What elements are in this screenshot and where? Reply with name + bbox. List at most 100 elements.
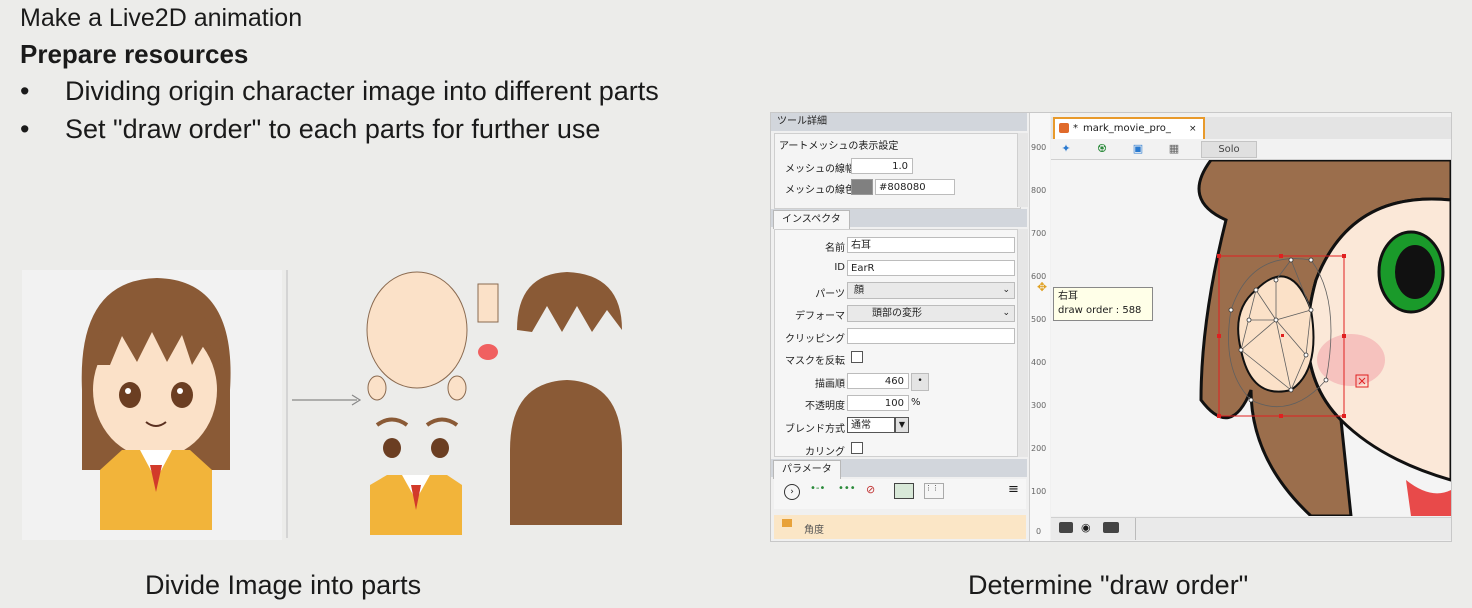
body-part	[370, 475, 462, 535]
live2d-editor-window: ツール詳細 アートメッシュの表示設定 メッシュの線幅 1.0 メッシュの線色 #…	[770, 112, 1452, 542]
key-insert-icon[interactable]: •••	[838, 483, 858, 499]
face-part	[366, 271, 468, 389]
fit-view-icon[interactable]: ▣	[1127, 141, 1149, 157]
tool-detail-tab[interactable]: ツール詳細	[771, 113, 1027, 131]
art-mesh-section-title: アートメッシュの表示設定	[779, 141, 899, 152]
chevron-down-icon: ⌄	[1002, 285, 1010, 295]
tab-parameter[interactable]: パラメータ	[773, 460, 841, 479]
inspector-panel: 名前 右耳 ID EarR パーツ 顔 ⌄ デフォーマ 頭部の変形 ⌄ クリッピング…	[774, 229, 1021, 458]
caption-draw-order: Determine "draw order"	[968, 570, 1249, 600]
canvas-bottom-bar: ◉	[1051, 517, 1451, 540]
id-field[interactable]: EarR	[847, 260, 1015, 276]
tab-inspector[interactable]: インスペクタ	[773, 210, 850, 229]
record-icon[interactable]: ◉	[1081, 521, 1091, 534]
draw-order-spin-button[interactable]: •	[911, 373, 929, 391]
pen-tool-icon[interactable]: ✦	[1055, 141, 1077, 157]
move-cursor-icon: ✥	[1037, 280, 1048, 294]
close-icon[interactable]: ×	[1189, 119, 1197, 139]
unsaved-mark: *	[1073, 123, 1078, 134]
divider	[1135, 518, 1136, 540]
chevron-down-icon[interactable]: ▼	[895, 417, 909, 433]
mesh-width-label: メッシュの線幅	[785, 164, 855, 175]
clipping-label: クリッピング	[785, 334, 845, 345]
play-icon[interactable]: ›	[784, 484, 800, 500]
mesh-width-field[interactable]: 1.0	[851, 158, 913, 174]
mesh-color-swatch[interactable]	[851, 179, 873, 195]
mesh-color-label: メッシュの線色	[785, 185, 855, 196]
grid-toggle-icon[interactable]: ▦	[1163, 141, 1185, 157]
slide-subtitle: Make a Live2D animation	[20, 4, 303, 32]
vertical-ruler: 900 800 700 600 500 400 300 200 100 0	[1029, 113, 1050, 541]
character-parts-illustration	[22, 270, 622, 540]
editor-canvas[interactable]	[1051, 160, 1451, 516]
solo-button[interactable]: Solo	[1201, 141, 1257, 158]
caption-divide: Divide Image into parts	[145, 570, 422, 600]
folder-icon	[782, 519, 792, 527]
name-label: 名前	[825, 243, 845, 254]
tool-detail-scrollbar[interactable]	[1017, 133, 1028, 207]
front-hair-part	[517, 272, 622, 332]
key-delete-icon[interactable]: ⊘	[866, 483, 886, 499]
invert-mask-checkbox[interactable]	[851, 351, 863, 363]
parts-select-value: 顔	[854, 285, 864, 296]
ruler-number: 800	[1031, 186, 1047, 195]
draw-order-tooltip: 右耳 draw order : 588	[1053, 287, 1153, 321]
draw-order-field[interactable]: 460	[847, 373, 909, 389]
deformer-select-value: 頭部の変形	[872, 308, 922, 319]
bullet-item: • Dividing origin character image into di…	[20, 76, 659, 107]
full-character-image	[81, 278, 231, 530]
ruler-number: 100	[1031, 487, 1047, 496]
slide-title: Prepare resources	[20, 39, 249, 69]
key-add-icon[interactable]: •-•	[810, 483, 830, 499]
ruler-number: 900	[1031, 143, 1047, 152]
grid-icon[interactable]: ⋮⋮	[924, 483, 944, 499]
clipping-field[interactable]	[847, 328, 1015, 344]
mesh-color-field[interactable]: #808080	[875, 179, 955, 195]
tooltip-name: 右耳	[1058, 291, 1078, 302]
ruler-number: 200	[1031, 444, 1047, 453]
back-hair-part	[510, 380, 622, 525]
ruler-number: 0	[1036, 527, 1042, 536]
neck-part	[477, 283, 499, 360]
document-tab[interactable]: * mark_movie_pro_ ×	[1053, 117, 1205, 139]
param-item-label[interactable]: 角度	[804, 521, 824, 536]
panel-icon[interactable]	[894, 483, 914, 499]
parameter-list: 角度	[774, 515, 1026, 539]
ruler-number: 500	[1031, 315, 1047, 324]
opacity-field[interactable]: 100	[847, 395, 909, 411]
culling-checkbox[interactable]	[851, 442, 863, 454]
art-mesh-settings: アートメッシュの表示設定 メッシュの線幅 1.0 メッシュの線色 #808080	[774, 133, 1021, 209]
deformer-select[interactable]: 頭部の変形 ⌄	[847, 305, 1015, 322]
arrow-icon	[292, 394, 362, 406]
view-toolbar: ✦ ♼ ▣ ▦ Solo	[1051, 139, 1451, 160]
camera-icon[interactable]	[1059, 522, 1073, 533]
deformer-label: デフォーマ	[795, 311, 845, 322]
ruler-number: 700	[1031, 229, 1047, 238]
video-icon[interactable]	[1103, 522, 1119, 533]
model-file-icon	[1059, 123, 1069, 133]
blend-select-value: 通常	[851, 420, 871, 431]
chevron-down-icon: ⌄	[1002, 308, 1010, 318]
bullet-text: Dividing origin character image into dif…	[65, 76, 659, 106]
bullet-mark: •	[20, 114, 30, 144]
blend-label: ブレンド方式	[785, 424, 845, 435]
blend-select[interactable]: 通常	[847, 417, 895, 433]
bullet-item: • Set "draw order" to each parts for furt…	[20, 114, 600, 145]
document-tab-title: mark_movie_pro_	[1083, 123, 1171, 134]
id-label: ID	[834, 262, 845, 273]
invert-mask-label: マスクを反転	[785, 356, 845, 367]
tooltip-order: draw order : 588	[1058, 305, 1142, 316]
opacity-unit: %	[911, 397, 921, 408]
eye-parts	[375, 417, 459, 458]
name-field[interactable]: 右耳	[847, 237, 1015, 253]
parts-label: パーツ	[815, 289, 845, 300]
opacity-label: 不透明度	[805, 401, 845, 412]
parameter-toolbar: › •-• ••• ⊘ ⋮⋮ ≡	[774, 479, 1026, 509]
menu-icon[interactable]: ≡	[1008, 482, 1019, 497]
ruler-number: 300	[1031, 401, 1047, 410]
inspector-scrollbar[interactable]	[1017, 229, 1028, 457]
deform-tool-icon[interactable]: ♼	[1091, 141, 1113, 157]
bullet-text: Set "draw order" to each parts for furth…	[65, 114, 601, 144]
culling-label: カリング	[805, 447, 845, 458]
parts-select[interactable]: 顔 ⌄	[847, 282, 1015, 299]
